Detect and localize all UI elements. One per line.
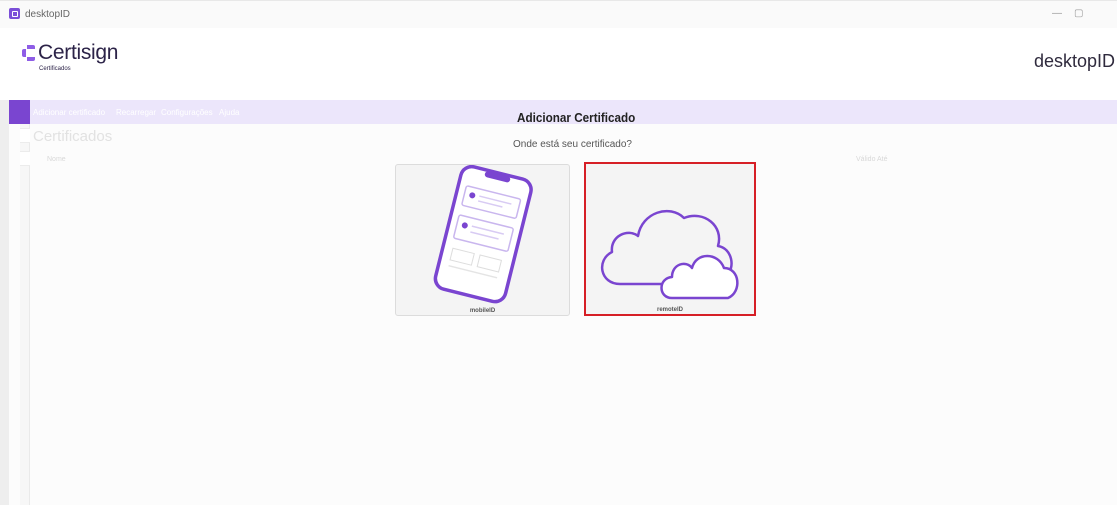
dialog-title: Adicionar Certificado [517,110,636,125]
menu-item-settings[interactable]: Configurações [161,108,213,117]
sidebar-strip [20,124,30,505]
column-header-name[interactable]: Nome [47,156,66,163]
dialog-subtitle: Onde está seu certificado? [513,139,632,150]
certisign-mark-icon [22,45,35,61]
page-title: Certificados [33,128,113,145]
column-header-valid-until[interactable]: Válido Até [856,156,888,163]
sidebar-block[interactable] [20,151,30,166]
option-mobileid[interactable]: mobileID [395,164,570,316]
brand-subtitle: Certificados [39,66,71,72]
window-titlebar: desktopID — ▢ [0,0,1117,28]
window-title: desktopID [25,9,71,20]
sidebar-edge [0,100,9,505]
menu-item-add-certificate[interactable]: Adicionar certificado [33,108,105,117]
brand-name: Certisign [38,41,119,64]
sidebar-block[interactable] [20,128,30,143]
option-remoteid-label: remoteID [656,307,683,313]
sidebar-accent [9,100,30,124]
menu-item-reload[interactable]: Recarregar [116,108,156,117]
menu-item-help[interactable]: Ajuda [219,108,239,117]
app-icon [9,8,20,19]
minimize-button[interactable]: — [1052,8,1062,19]
option-mobileid-label: mobileID [469,308,496,314]
cloud-icon [600,209,739,300]
product-title: desktopID [1033,51,1115,71]
restore-button[interactable]: ▢ [1074,8,1083,19]
option-remoteid[interactable]: remoteID [584,162,756,316]
app-header: Certisign Certificados desktopID [0,28,1117,100]
smartphone-icon [433,165,533,304]
